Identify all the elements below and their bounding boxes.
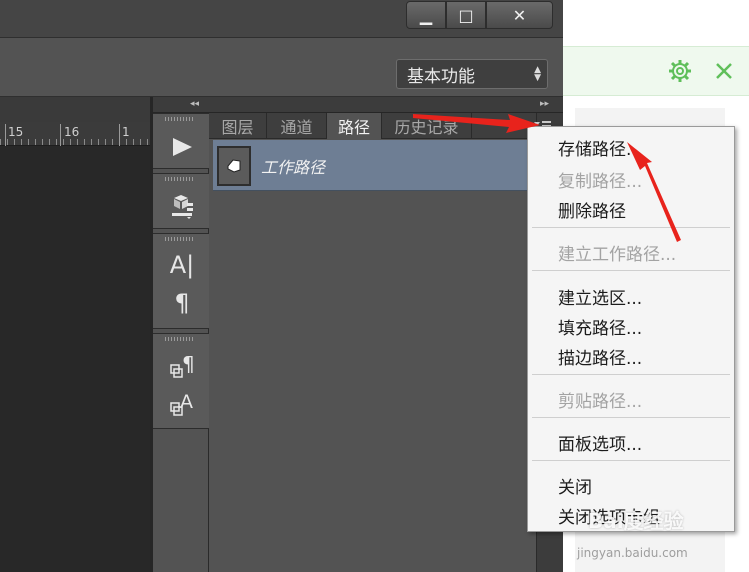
ruler-ticks — [0, 139, 150, 145]
minimize-button[interactable]: ▁ — [406, 1, 446, 29]
ruler-major-tick — [60, 124, 61, 146]
collapse-left-icon[interactable]: ◂◂ — [190, 99, 199, 109]
ruler-major-tick — [5, 124, 6, 146]
options-bar: 基本功能 ▲ ▼ — [0, 37, 563, 97]
menu-item-make-selection[interactable]: 建立选区... — [558, 284, 642, 309]
menu-separator — [532, 227, 730, 228]
tool-group-3d — [153, 173, 209, 229]
paths-panel: 图层 通道 路径 历史记录 工作路径 — [209, 113, 536, 572]
maximize-icon: □ — [458, 5, 474, 25]
character-style-icon[interactable]: A — [167, 390, 197, 420]
menu-separator — [532, 460, 730, 461]
path-shape-icon — [227, 159, 241, 173]
panel-icon-strip: A| ¶ ¶ A — [153, 113, 209, 572]
tab-layers[interactable]: 图层 — [209, 113, 267, 139]
select-arrows-icon: ▲ ▼ — [534, 65, 541, 83]
paragraph-style-icon[interactable]: ¶ — [167, 352, 197, 382]
grip-handle[interactable] — [165, 177, 195, 181]
close-icon[interactable] — [712, 59, 736, 83]
menu-separator — [532, 417, 730, 418]
grip-handle[interactable] — [165, 237, 195, 241]
watermark-brand: Bai度经验 — [588, 509, 684, 533]
title-bar: ▁ □ ✕ — [0, 0, 563, 37]
ruler-label: 15 — [8, 125, 24, 139]
panel-tab-bar: 图层 通道 路径 历史记录 — [209, 113, 536, 139]
cube-icon[interactable] — [167, 192, 197, 222]
paths-panel-flyout-menu: 存储路径... 复制路径... 删除路径 建立工作路径... 建立选区... 填… — [527, 126, 735, 532]
menu-item-stroke-path[interactable]: 描边路径... — [558, 344, 642, 369]
gear-icon[interactable] — [668, 59, 692, 83]
collapse-right-icon[interactable]: ▸▸ — [540, 99, 549, 109]
document-canvas-area[interactable]: 15 16 1 — [0, 97, 150, 572]
menu-item-panel-options[interactable]: 面板选项... — [558, 430, 642, 455]
menu-item-delete-path[interactable]: 删除路径 — [558, 197, 626, 222]
path-row-work-path[interactable]: 工作路径 — [213, 140, 536, 191]
menu-item-close[interactable]: 关闭 — [558, 473, 592, 498]
close-window-button[interactable]: ✕ — [486, 1, 553, 29]
watermark-url: jingyan.baidu.com — [577, 546, 688, 560]
photoshop-window: ▁ □ ✕ 基本功能 ▲ ▼ 15 16 1 ◂◂ ▸▸ A| ¶ ¶ A 图层… — [0, 0, 563, 572]
tab-paths[interactable]: 路径 — [327, 113, 382, 139]
ruler-label: 16 — [64, 125, 80, 139]
workspace-select[interactable]: 基本功能 ▲ ▼ — [396, 59, 548, 89]
document-tab-strip — [0, 97, 150, 122]
horizontal-ruler[interactable]: 15 16 1 — [0, 122, 150, 146]
path-thumbnail — [217, 146, 251, 186]
paragraph-icon[interactable]: ¶ — [167, 288, 197, 318]
path-name: 工作路径 — [261, 158, 326, 177]
character-icon[interactable]: A| — [167, 250, 197, 280]
ruler-major-tick — [119, 124, 120, 146]
svg-text:A: A — [180, 391, 193, 413]
menu-separator — [532, 270, 730, 271]
play-icon[interactable] — [167, 132, 197, 162]
maximize-button[interactable]: □ — [446, 1, 486, 29]
minimize-icon: ▁ — [419, 5, 433, 25]
tab-history[interactable]: 历史记录 — [382, 113, 472, 139]
grip-handle[interactable] — [165, 337, 195, 341]
dock-header — [153, 97, 563, 113]
menu-item-clipping-path[interactable]: 剪贴路径... — [558, 387, 642, 412]
workspace-label: 基本功能 — [407, 66, 475, 87]
tool-group-styles: ¶ A — [153, 333, 209, 429]
tool-group-type: A| ¶ — [153, 233, 209, 329]
grip-handle[interactable] — [165, 117, 195, 121]
menu-separator — [532, 374, 730, 375]
menu-item-save-path[interactable]: 存储路径... — [558, 135, 642, 160]
ruler-label: 1 — [122, 125, 130, 139]
svg-text:¶: ¶ — [182, 353, 195, 376]
tool-group-actions — [153, 113, 209, 169]
menu-item-duplicate-path[interactable]: 复制路径... — [558, 167, 642, 192]
close-window-icon: ✕ — [512, 5, 527, 25]
menu-item-make-work-path[interactable]: 建立工作路径... — [558, 240, 676, 265]
tab-channels[interactable]: 通道 — [267, 113, 327, 139]
menu-item-fill-path[interactable]: 填充路径... — [558, 314, 642, 339]
